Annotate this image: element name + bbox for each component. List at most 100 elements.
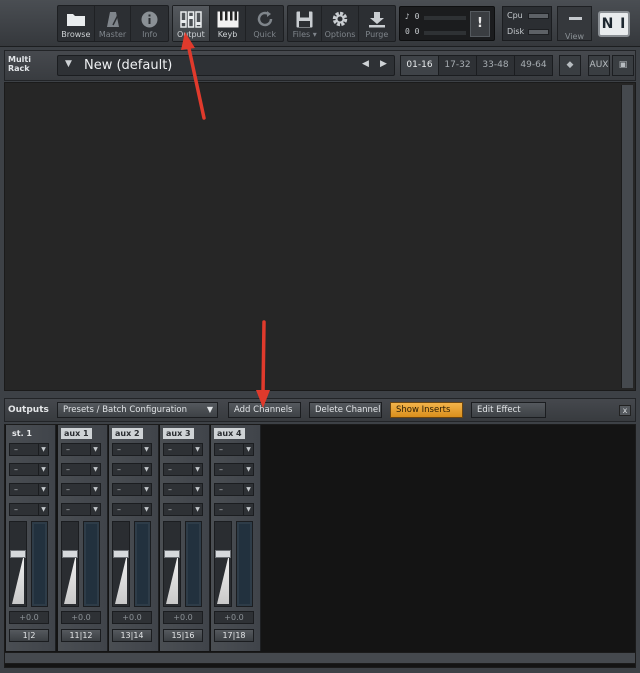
restart-engine-button[interactable]: !	[470, 11, 490, 37]
aux-button[interactable]: AUX	[588, 55, 610, 76]
next-preset-icon[interactable]: ▶	[380, 59, 387, 69]
purge-button[interactable]: Purge	[359, 6, 395, 41]
outputs-header: Outputs Presets / Batch Configuration ▼ …	[4, 398, 636, 422]
faders-icon	[180, 10, 202, 28]
channel-strip: aux 3 – ▼ – ▼ – ▼ – ▼ +0.0 15|16	[160, 425, 210, 651]
insert-slot[interactable]: – ▼	[61, 503, 101, 516]
tab-page-01-16[interactable]: 01-16	[401, 56, 439, 75]
insert-slot[interactable]: – ▼	[61, 483, 101, 496]
cpu-label: Cpu	[507, 11, 523, 20]
tab-page-33-48[interactable]: 33-48	[477, 56, 515, 75]
multi-rack-title: Multi Rack	[8, 55, 31, 73]
volume-value[interactable]: +0.0	[214, 611, 254, 624]
insert-slot[interactable]: – ▼	[112, 443, 152, 456]
browse-label: Browse	[61, 30, 91, 39]
delete-channel-button[interactable]: Delete Channel	[309, 402, 382, 418]
insert-slot[interactable]: – ▼	[214, 463, 254, 476]
master-button[interactable]: Master	[95, 6, 132, 41]
insert-slot[interactable]: – ▼	[9, 483, 49, 496]
insert-slot[interactable]: – ▼	[9, 443, 49, 456]
output-routing-button[interactable]: 17|18	[214, 629, 254, 642]
rack-save-button[interactable]: ▣	[612, 55, 634, 76]
multi-rack-header: Multi Rack ▼ New (default) ◀ ▶ 01-16 17-…	[4, 50, 636, 81]
channel-name[interactable]: aux 2	[112, 428, 143, 439]
level-meter	[134, 521, 151, 607]
diamond-icon: ◆	[566, 60, 574, 70]
insert-slot[interactable]: – ▼	[112, 463, 152, 476]
multi-preset-selector[interactable]: ▼ New (default) ◀ ▶	[57, 55, 395, 76]
volume-value[interactable]: +0.0	[112, 611, 152, 624]
insert-slot[interactable]: – ▼	[9, 463, 49, 476]
chevron-down-icon: ▼	[90, 484, 100, 495]
previous-preset-icon[interactable]: ◀	[362, 59, 369, 69]
annotation-arrow-output	[181, 32, 206, 120]
insert-slot[interactable]: – ▼	[163, 503, 203, 516]
level-meter	[185, 521, 202, 607]
memory-readout: 0 0	[405, 27, 420, 36]
channel-strip: aux 2 – ▼ – ▼ – ▼ – ▼ +0.0 13|14	[109, 425, 159, 651]
volume-fader[interactable]	[112, 521, 130, 607]
quick-button[interactable]: Quick	[246, 6, 283, 41]
fader-handle	[62, 550, 78, 558]
channel-strip: aux 4 – ▼ – ▼ – ▼ – ▼ +0.0 17|18	[211, 425, 261, 651]
output-routing-button[interactable]: 1|2	[9, 629, 49, 642]
output-routing-button[interactable]: 11|12	[61, 629, 101, 642]
chevron-down-icon: ▼	[38, 444, 48, 455]
refresh-icon	[254, 10, 276, 28]
close-outputs-button[interactable]: x	[619, 405, 631, 416]
chevron-down-icon: ▼	[38, 484, 48, 495]
volume-value[interactable]: +0.0	[163, 611, 203, 624]
folder-icon	[65, 10, 87, 28]
channel-name[interactable]: aux 3	[163, 428, 194, 439]
volume-value[interactable]: +0.0	[9, 611, 49, 624]
rack-page-tabs: 01-16 17-32 33-48 49-64	[400, 55, 553, 76]
edit-effect-button[interactable]: Edit Effect	[471, 402, 546, 418]
insert-slot[interactable]: – ▼	[112, 503, 152, 516]
chevron-down-icon: ▼	[38, 504, 48, 515]
volume-fader[interactable]	[214, 521, 232, 607]
volume-fader[interactable]	[61, 521, 79, 607]
channel-name[interactable]: aux 1	[61, 428, 92, 439]
info-button[interactable]: Info	[131, 6, 168, 41]
rack-scrollbar[interactable]	[621, 85, 633, 388]
toolbar-group-browse: Browse Master Info	[57, 5, 169, 42]
insert-slot[interactable]: – ▼	[9, 503, 49, 516]
volume-value[interactable]: +0.0	[61, 611, 101, 624]
show-inserts-button[interactable]: Show Inserts	[390, 402, 463, 418]
browse-button[interactable]: Browse	[58, 6, 95, 41]
volume-fader[interactable]	[9, 521, 27, 607]
channel-name[interactable]: st. 1	[9, 428, 35, 439]
tab-page-17-32[interactable]: 17-32	[439, 56, 477, 75]
presets-batch-dropdown[interactable]: Presets / Batch Configuration ▼	[57, 402, 218, 418]
files-button[interactable]: Files ▾	[288, 6, 323, 41]
insert-slot[interactable]: – ▼	[61, 463, 101, 476]
voices-memory-display: ♪ 0 0 0 !	[399, 6, 495, 41]
insert-slot[interactable]: – ▼	[214, 503, 254, 516]
channel-name[interactable]: aux 4	[214, 428, 245, 439]
output-routing-button[interactable]: 15|16	[163, 629, 203, 642]
files-label: Files ▾	[292, 30, 317, 39]
memory-bar	[424, 31, 466, 35]
multi-rack-area[interactable]	[4, 82, 636, 391]
insert-slot[interactable]: – ▼	[61, 443, 101, 456]
chevron-down-icon[interactable]: ▼	[65, 59, 72, 69]
chevron-down-icon: ▼	[243, 504, 253, 515]
insert-slot[interactable]: – ▼	[214, 483, 254, 496]
insert-slot[interactable]: – ▼	[163, 443, 203, 456]
outputs-scrollbar[interactable]	[4, 652, 636, 664]
view-label: View	[565, 32, 584, 41]
insert-slot[interactable]: – ▼	[112, 483, 152, 496]
multi-preset-name: New (default)	[84, 58, 173, 73]
output-routing-button[interactable]: 13|14	[112, 629, 152, 642]
level-meter	[83, 521, 100, 607]
insert-slot[interactable]: – ▼	[214, 443, 254, 456]
midi-view-button[interactable]: ◆	[559, 55, 581, 76]
options-label: Options	[324, 30, 356, 39]
chevron-down-icon: ▼	[141, 484, 151, 495]
tab-page-49-64[interactable]: 49-64	[515, 56, 552, 75]
view-button[interactable]: View	[557, 6, 592, 41]
insert-slot[interactable]: – ▼	[163, 483, 203, 496]
options-button[interactable]: Options	[322, 6, 359, 41]
volume-fader[interactable]	[163, 521, 181, 607]
insert-slot[interactable]: – ▼	[163, 463, 203, 476]
